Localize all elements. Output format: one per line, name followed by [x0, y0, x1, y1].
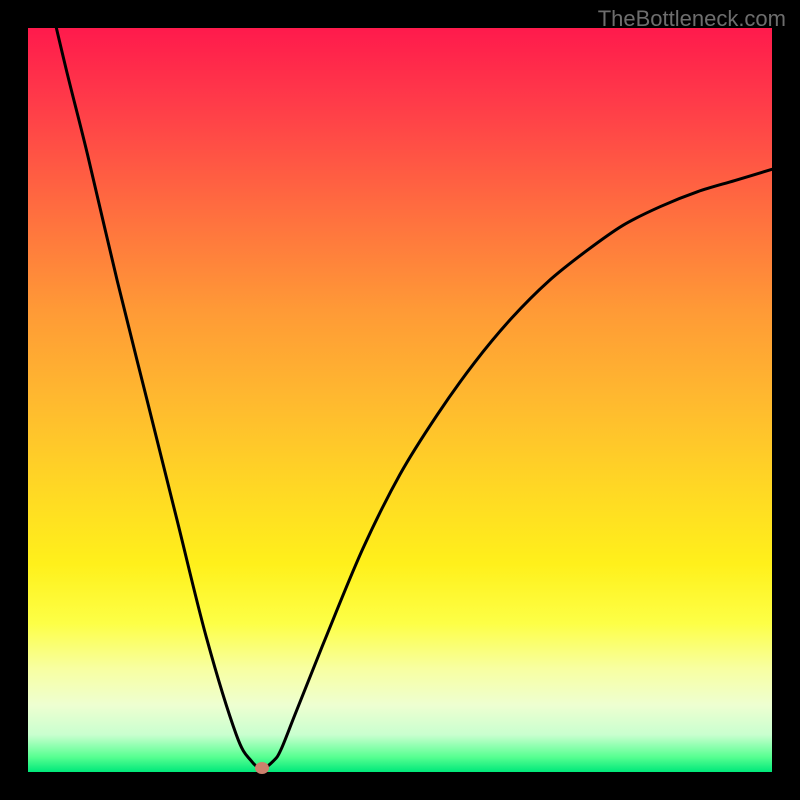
curve-svg — [28, 28, 772, 772]
watermark-text: TheBottleneck.com — [598, 6, 786, 32]
bottleneck-curve — [28, 28, 772, 768]
optimum-marker — [255, 762, 269, 774]
plot-area — [28, 28, 772, 772]
chart-frame: TheBottleneck.com — [0, 0, 800, 800]
